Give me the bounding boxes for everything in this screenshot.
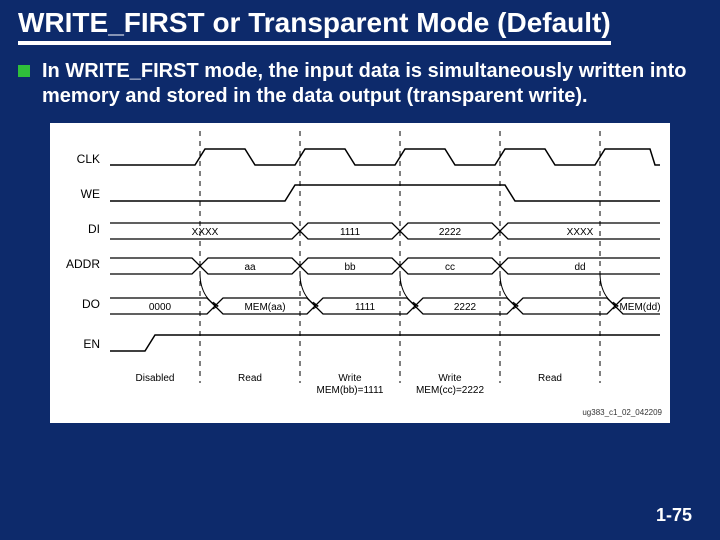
di-val-2: 2222 [439, 227, 462, 238]
di-val-0: XXXX [192, 227, 219, 238]
do-val-2: 2222 [454, 302, 477, 313]
bullet-text: In WRITE_FIRST mode, the input data is s… [42, 59, 702, 109]
addr-val-2: cc [445, 262, 455, 273]
timing-diagram: CLK WE DI ADDR DO EN XXXX 1111 2222 XXXX [50, 123, 670, 423]
diagram-doc-id: ug383_c1_02_042209 [582, 408, 662, 417]
label-di: DI [88, 222, 100, 236]
col-label-3: Read [538, 373, 562, 384]
addr-val-0: aa [244, 262, 256, 273]
addr-val-3: dd [574, 262, 585, 273]
col-label-pre: Disabled [136, 373, 175, 384]
col-label-0: Read [238, 373, 262, 384]
label-addr: ADDR [66, 257, 100, 271]
bullet-row: In WRITE_FIRST mode, the input data is s… [18, 59, 702, 109]
col-label-2a: Write [438, 373, 462, 384]
di-val-1: 1111 [340, 227, 360, 238]
addr-val-1: bb [344, 262, 356, 273]
clk-wave [110, 149, 660, 165]
di-val-3: XXXX [567, 227, 594, 238]
label-we: WE [81, 187, 100, 201]
col-label-2b: MEM(cc)=2222 [416, 385, 485, 396]
do-val-0: MEM(aa) [244, 302, 285, 313]
label-do: DO [82, 297, 100, 311]
col-label-1b: MEM(bb)=1111 [317, 385, 384, 396]
slide-title: WRITE_FIRST or Transparent Mode (Default… [18, 8, 611, 45]
we-wave [110, 185, 660, 201]
label-clk: CLK [77, 152, 100, 166]
do-val-3: MEM(dd) [619, 302, 660, 313]
en-wave [110, 335, 660, 351]
do-bus [110, 298, 660, 314]
page-number: 1-75 [656, 505, 692, 526]
bullet-icon [18, 65, 30, 77]
do-val-1: 1111 [355, 302, 375, 313]
col-label-1a: Write [338, 373, 362, 384]
do-val-pre: 0000 [149, 302, 172, 313]
label-en: EN [83, 337, 100, 351]
